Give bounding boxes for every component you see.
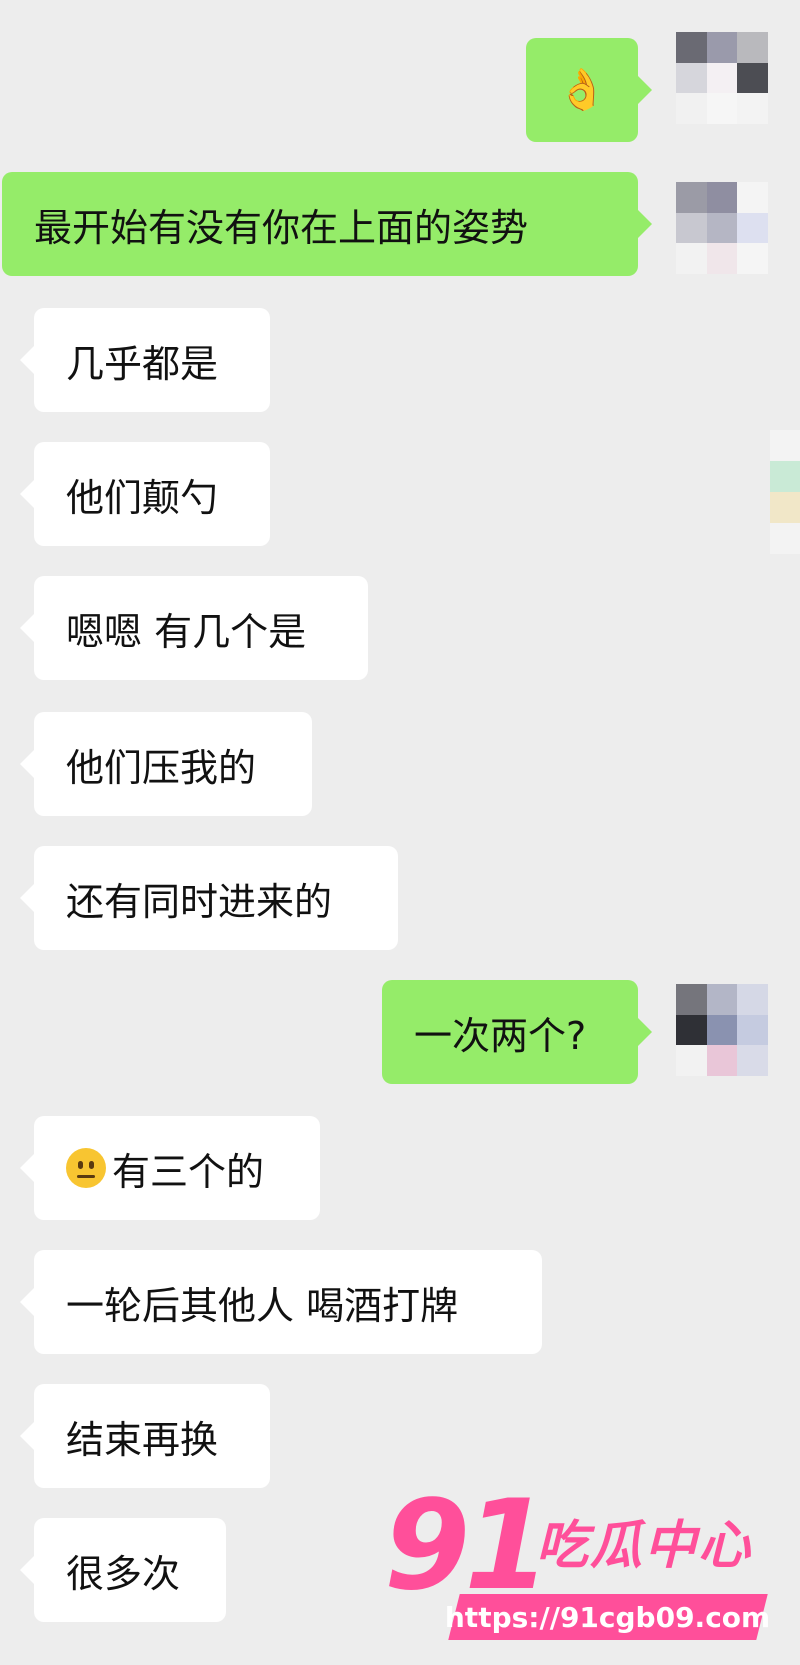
message-text: 很多次: [66, 1551, 181, 1596]
my-avatar[interactable]: [676, 984, 768, 1076]
message-text: 嗯嗯 有几个是: [66, 609, 307, 654]
watermark-name: 吃瓜中心: [536, 1516, 753, 1576]
message-bubble-outgoing[interactable]: 一次两个?: [382, 980, 652, 1084]
message-bubble-incoming[interactable]: 他们压我的: [20, 712, 312, 816]
message-text: 他们颠勺: [66, 475, 219, 520]
chat-window: 👌 最开始有没有你在上面的姿势 几乎都是 他们颠勺 嗯嗯 有几个是 他们压我的 …: [0, 0, 800, 1665]
my-avatar[interactable]: [676, 182, 768, 274]
message-bubble-incoming[interactable]: 一轮后其他人 喝酒打牌: [20, 1250, 542, 1354]
message-text: 还有同时进来的: [66, 879, 333, 924]
message-bubble-incoming[interactable]: 结束再换: [20, 1384, 270, 1488]
message-bubble-incoming[interactable]: 他们颠勺: [20, 442, 270, 546]
watermark-url-text: https://91cgb09.com: [445, 1600, 771, 1634]
neutral-face-icon: [66, 1148, 106, 1188]
watermark-number: 91: [384, 1474, 551, 1618]
message-text: 有三个的: [112, 1149, 265, 1194]
message-bubble-incoming[interactable]: 很多次: [20, 1518, 226, 1622]
watermark-url: https://91cgb09.com: [445, 1594, 771, 1640]
watermark-logo: 91 吃瓜中心 https://91cgb09.com: [384, 1484, 780, 1650]
message-bubble-incoming[interactable]: 几乎都是: [20, 308, 270, 412]
message-text: 一轮后其他人 喝酒打牌: [66, 1283, 459, 1328]
message-text: 一次两个?: [414, 1013, 587, 1058]
message-bubble-outgoing[interactable]: 👌: [526, 38, 652, 142]
message-text: 结束再换: [66, 1417, 219, 1462]
message-bubble-outgoing[interactable]: 最开始有没有你在上面的姿势: [2, 172, 652, 276]
message-text: 他们压我的: [66, 745, 257, 790]
message-bubble-incoming[interactable]: 还有同时进来的: [20, 846, 398, 950]
ok-hand-icon: 👌: [557, 67, 607, 113]
message-bubble-incoming[interactable]: 嗯嗯 有几个是: [20, 576, 368, 680]
partial-avatar: [770, 430, 800, 554]
my-avatar[interactable]: [676, 32, 768, 124]
message-text: 几乎都是: [66, 341, 219, 386]
message-text: 最开始有没有你在上面的姿势: [34, 205, 529, 250]
message-bubble-incoming[interactable]: 有三个的: [20, 1116, 320, 1220]
